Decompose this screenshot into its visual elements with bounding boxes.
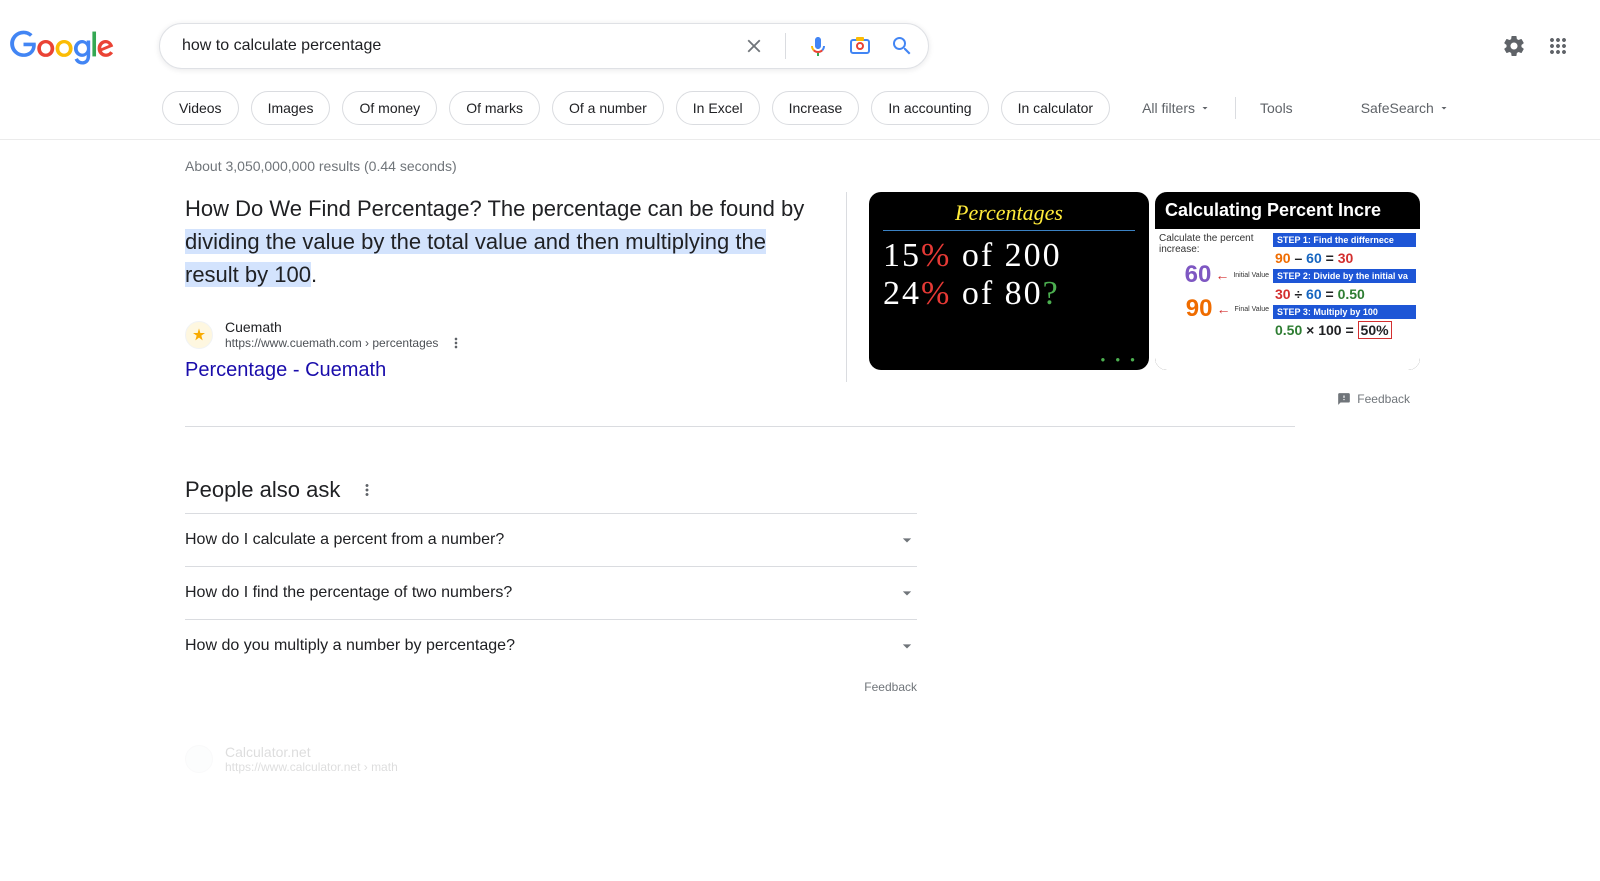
paa-question: How do I find the percentage of two numb… [185,584,512,602]
chip-increase[interactable]: Increase [772,91,860,125]
result-stats: About 3,050,000,000 results (0.44 second… [185,158,1420,174]
featured-feedback[interactable]: Feedback [185,392,1420,406]
voice-search-icon[interactable] [806,34,830,58]
search-icon[interactable] [890,34,914,58]
faded-source-name: Calculator.net [225,744,398,760]
faded-source-url: https://www.calculator.net › math [225,760,398,774]
chip-in-calculator[interactable]: In calculator [1001,91,1110,125]
paa-item[interactable]: How do I find the percentage of two numb… [185,566,917,619]
paa-title: People also ask [185,477,340,503]
tools-button[interactable]: Tools [1260,100,1293,116]
chip-of-a-number[interactable]: Of a number [552,91,664,125]
chevron-down-icon [1199,102,1211,114]
settings-icon[interactable] [1502,34,1526,58]
favicon-placeholder [185,745,213,773]
chevron-down-icon [897,583,917,603]
all-filters-label: All filters [1142,100,1195,116]
featured-snippet-text: How Do We Find Percentage? The percentag… [185,192,816,291]
thumbnail-percentages[interactable]: Percentages 15% of 200 24% of 80? ● ● ● [869,192,1149,370]
safesearch-label: SafeSearch [1361,100,1434,116]
feedback-icon [1337,392,1351,406]
chip-in-accounting[interactable]: In accounting [871,91,988,125]
search-bar [159,23,929,69]
all-filters-button[interactable]: All filters [1142,100,1211,116]
chip-of-money[interactable]: Of money [342,91,437,125]
chevron-down-icon [1438,102,1450,114]
apps-icon[interactable] [1546,34,1570,58]
filter-chips-row: Videos Images Of money Of marks Of a num… [0,81,1600,140]
google-logo[interactable] [10,30,114,71]
paa-question: How do you multiply a number by percenta… [185,637,515,655]
source-name: Cuemath [225,319,464,335]
search-input[interactable] [174,37,743,55]
result-item-faded: Calculator.net https://www.calculator.ne… [185,744,917,774]
chevron-down-icon [897,530,917,550]
chip-of-marks[interactable]: Of marks [449,91,540,125]
source-favicon [185,321,213,349]
source-url: https://www.cuemath.com › percentages [225,336,438,350]
safesearch-button[interactable]: SafeSearch [1361,100,1450,116]
paa-item[interactable]: How do you multiply a number by percenta… [185,619,917,672]
thumb1-title: Percentages [883,200,1135,231]
paa-item[interactable]: How do I calculate a percent from a numb… [185,513,917,566]
clear-icon[interactable] [743,35,765,57]
chip-in-excel[interactable]: In Excel [676,91,760,125]
image-search-icon[interactable] [848,34,872,58]
thumb2-title: Calculating Percent Incre [1155,192,1420,229]
more-icon[interactable] [448,335,464,351]
paa-question: How do I calculate a percent from a numb… [185,531,504,549]
result-title-link[interactable]: Percentage - Cuemath [185,359,816,382]
chevron-down-icon [897,636,917,656]
thumbnail-percent-increase[interactable]: Calculating Percent Incre Calculate the … [1155,192,1420,370]
more-icon[interactable] [358,481,376,499]
chip-videos[interactable]: Videos [162,91,239,125]
paa-feedback[interactable]: Feedback [185,680,917,694]
chip-images[interactable]: Images [251,91,331,125]
